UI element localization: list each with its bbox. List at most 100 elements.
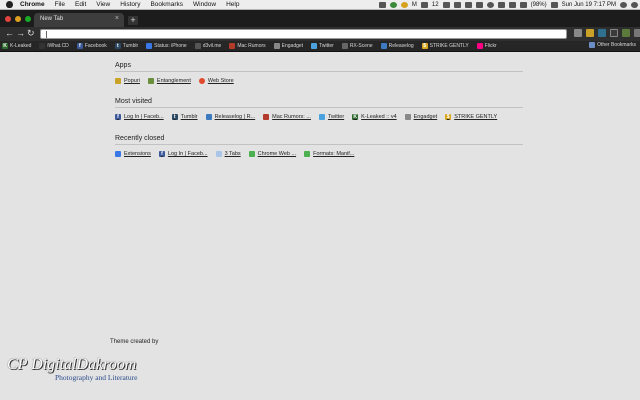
bookmark-item[interactable]: Engadget: [273, 43, 303, 49]
status-m[interactable]: M: [412, 2, 417, 8]
bookmark-item[interactable]: $ STRIKE GENTLY: [421, 43, 469, 49]
tabs-window-icon: [215, 151, 222, 157]
mail-icon[interactable]: [420, 2, 428, 8]
other-bookmarks-label: Other Bookmarks: [597, 42, 636, 48]
most-visited-heading: Most visited: [115, 98, 523, 108]
recently-closed-item[interactable]: Extensions: [115, 151, 151, 157]
menu-app-name[interactable]: Chrome: [15, 1, 50, 8]
status-iphone-icon: [146, 43, 153, 49]
most-visited-item[interactable]: Twitter: [318, 114, 345, 120]
app-item[interactable]: Entanglement: [147, 78, 191, 84]
extension-icon[interactable]: [610, 29, 618, 37]
facebook-icon: f: [158, 151, 165, 157]
spotlight-icon[interactable]: [631, 2, 638, 8]
extension-icon[interactable]: [598, 29, 606, 37]
bookmark-item[interactable]: iWhat.CD: [39, 43, 69, 49]
toolbar-extensions: [574, 29, 640, 37]
minimize-window-icon[interactable]: [15, 16, 21, 22]
bookmark-item[interactable]: Twitter: [311, 43, 334, 49]
bookmark-item[interactable]: Mac Rumors: [229, 43, 266, 49]
menu-history[interactable]: History: [115, 1, 145, 8]
most-visited-item[interactable]: K K-Leaked :: v4: [352, 114, 397, 120]
most-visited-item[interactable]: f Log In | Faceb...: [115, 114, 164, 120]
most-visited-section: Most visited f Log In | Faceb... t Tumblr …: [115, 98, 523, 120]
omnibox-input[interactable]: [40, 29, 567, 39]
status-app-icon[interactable]: [378, 2, 386, 8]
display-icon[interactable]: [464, 2, 472, 8]
recently-closed-label: Extensions: [124, 151, 151, 157]
releaselog-icon: [205, 114, 212, 120]
most-visited-item[interactable]: Mac Rumors: ...: [263, 114, 311, 120]
recently-closed-item[interactable]: 3 Tabs: [215, 151, 241, 157]
timemachine-icon[interactable]: [453, 2, 461, 8]
whatcd-icon: [39, 43, 46, 49]
close-tab-icon[interactable]: ×: [115, 15, 119, 22]
forward-arrow-icon[interactable]: →: [16, 28, 25, 38]
theme-logo[interactable]: CP DigitalDakroom Photography and Litera…: [7, 356, 157, 386]
facebook-icon: f: [76, 43, 83, 49]
most-visited-label: Twitter: [327, 114, 345, 120]
recently-closed-item[interactable]: f Log In | Faceb...: [158, 151, 208, 157]
flag-icon[interactable]: [550, 2, 558, 8]
user-icon[interactable]: [620, 2, 627, 8]
most-visited-item[interactable]: Releaselog | R...: [205, 114, 255, 120]
bookmark-label: d3vil.me: [202, 43, 222, 49]
chrome-toolbar: ← → ↻: [0, 27, 640, 41]
battery-icon[interactable]: [519, 2, 527, 8]
app-item[interactable]: Popuri: [115, 78, 140, 84]
recently-closed-section: Recently closed Extensions f Log In | Fac…: [115, 135, 523, 157]
menu-edit[interactable]: Edit: [70, 1, 91, 8]
most-visited-label: K-Leaked :: v4: [361, 114, 397, 120]
menu-bookmarks[interactable]: Bookmarks: [145, 1, 188, 8]
reload-icon[interactable]: ↻: [27, 28, 35, 39]
bookmark-item[interactable]: f Facebook: [76, 43, 107, 49]
bookmark-item[interactable]: Status: iPhone: [146, 43, 187, 49]
zoom-window-icon[interactable]: [25, 16, 31, 22]
new-tab-button[interactable]: +: [128, 16, 138, 25]
status-yellow-icon[interactable]: [400, 2, 408, 8]
bluetooth-icon[interactable]: [475, 2, 483, 8]
bookmark-label: iWhat.CD: [47, 43, 69, 49]
other-bookmarks-button[interactable]: Other Bookmarks: [589, 42, 636, 48]
most-visited-label: Tumblr: [180, 114, 198, 120]
status-green-icon[interactable]: [389, 2, 397, 8]
most-visited-list: f Log In | Faceb... t Tumblr Releaselog | …: [115, 114, 523, 120]
bookmark-item[interactable]: Flickr: [476, 43, 497, 49]
window-controls: [5, 16, 31, 22]
bookmark-item[interactable]: K K-Leaked: [2, 43, 31, 49]
close-window-icon[interactable]: [5, 16, 11, 22]
menubar-clock[interactable]: Sun Jun 19 7:17 PM: [562, 2, 616, 8]
extension-icon[interactable]: [586, 29, 594, 37]
most-visited-item[interactable]: Engadget: [404, 114, 437, 120]
extension-icon[interactable]: [622, 29, 630, 37]
menu-window[interactable]: Window: [188, 1, 221, 8]
most-visited-label: Mac Rumors: ...: [272, 114, 311, 120]
recently-closed-label: 3 Tabs: [224, 151, 241, 157]
bookmark-item[interactable]: d3vil.me: [194, 43, 222, 49]
menu-file[interactable]: File: [50, 1, 70, 8]
wrench-icon[interactable]: [634, 29, 640, 37]
clock-icon[interactable]: [486, 2, 494, 8]
page-menu-icon[interactable]: [574, 29, 582, 37]
most-visited-label: Log In | Faceb...: [124, 114, 164, 120]
tab-new-tab[interactable]: New Tab ×: [34, 13, 124, 27]
status-count[interactable]: 12: [432, 2, 439, 8]
sync-icon[interactable]: [442, 2, 450, 8]
back-arrow-icon[interactable]: ←: [5, 28, 14, 38]
web-store-icon: [198, 78, 205, 84]
app-item[interactable]: Web Store: [198, 78, 234, 84]
recently-closed-item[interactable]: Chrome Web ...: [248, 151, 297, 157]
wifi-icon[interactable]: [497, 2, 505, 8]
most-visited-item[interactable]: $ STRIKE GENTLY: [445, 114, 497, 120]
bookmark-item[interactable]: Releaselog: [380, 43, 414, 49]
recently-closed-label: Chrome Web ...: [257, 151, 297, 157]
apple-icon[interactable]: [6, 1, 13, 8]
menu-help[interactable]: Help: [221, 1, 244, 8]
most-visited-item[interactable]: t Tumblr: [171, 114, 198, 120]
bookmark-item[interactable]: RX-Scene: [341, 43, 373, 49]
tumblr-icon: t: [114, 43, 121, 49]
volume-icon[interactable]: [508, 2, 516, 8]
menu-view[interactable]: View: [91, 1, 115, 8]
recently-closed-item[interactable]: Formats: Manif...: [304, 151, 354, 157]
bookmark-item[interactable]: t Tumblr: [114, 43, 138, 49]
